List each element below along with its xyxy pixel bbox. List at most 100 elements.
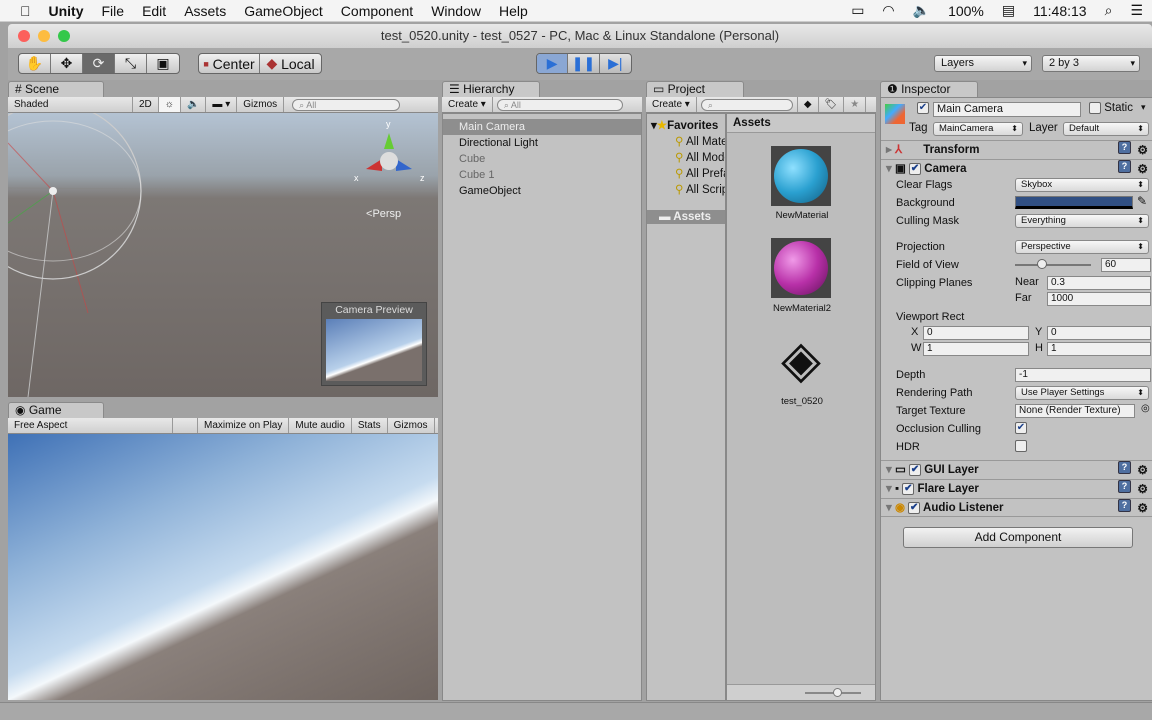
projection-dropdown[interactable]: Perspective [1015,240,1149,254]
camera-component-header[interactable]: ▾ ▣ ✔ Camera? ⚙ [881,159,1152,178]
hierarchy-item-main-camera[interactable]: Main Camera [443,119,641,135]
hierarchy-item-cube[interactable]: Cube [443,151,641,167]
audio-listener-component-header[interactable]: ▾ ◉ ✔ Audio Listener? ⚙ [881,498,1152,517]
tab-scene[interactable]: # Scene [8,81,104,97]
hdr-checkbox[interactable] [1015,440,1027,453]
gear-icon[interactable]: ⚙ [1137,499,1148,517]
gui-layer-component-header[interactable]: ▾ ▭ ✔ GUI Layer? ⚙ [881,460,1152,479]
asset-newmaterial-thumb[interactable] [771,146,831,206]
project-create-button[interactable]: Create ▾ [646,97,697,112]
menu-component[interactable]: Component [332,3,422,19]
layer-dropdown[interactable]: Default [1063,122,1149,136]
layout-dropdown[interactable]: 2 by 3 [1042,55,1140,72]
fov-slider[interactable] [1015,264,1091,266]
tag-dropdown[interactable]: MainCamera [933,122,1023,136]
hierarchy-create-button[interactable]: Create ▾ [442,97,493,112]
clear-flags-dropdown[interactable]: Skybox [1015,178,1149,192]
flare-layer-checkbox[interactable]: ✔ [902,482,915,495]
notifications-icon[interactable]: ☰ [1121,2,1152,19]
icon-size-slider-thumb[interactable] [833,688,842,697]
menu-help[interactable]: Help [490,3,537,19]
unity-scene-icon[interactable]: ◈ [771,330,831,390]
minimize-button[interactable] [38,30,50,42]
maximize-on-play-toggle[interactable]: Maximize on Play [197,418,290,433]
tab-inspector[interactable]: ❶ Inspector [880,81,978,97]
culling-mask-dropdown[interactable]: Everything [1015,214,1149,228]
flag-icon[interactable]: ▤ [993,2,1024,19]
gui-layer-checkbox[interactable]: ✔ [909,463,922,476]
rotate-tool-icon[interactable]: ⟳ [83,54,115,73]
help-icon[interactable]: ? [1118,141,1131,154]
hierarchy-item-directional-light[interactable]: Directional Light [443,135,641,151]
filter-label-icon[interactable]: 🏷 [819,97,845,112]
menu-assets[interactable]: Assets [175,3,235,19]
object-picker-icon[interactable]: ◎ [1141,403,1150,414]
viewport-w-input[interactable]: 1 [923,342,1029,356]
menu-unity[interactable]: Unity [40,3,93,19]
layers-dropdown[interactable]: Layers [934,55,1032,72]
flare-layer-component-header[interactable]: ▾ ▪ ✔ Flare Layer? ⚙ [881,479,1152,498]
menu-file[interactable]: File [93,3,134,19]
stats-toggle[interactable]: Stats [352,418,388,433]
fov-input[interactable]: 60 [1101,258,1151,272]
tab-hierarchy[interactable]: ☰ Hierarchy [442,81,540,97]
viewport-y-input[interactable]: 0 [1047,326,1151,340]
gear-icon[interactable]: ⚙ [1137,160,1148,178]
hierarchy-item-cube-1[interactable]: Cube 1 [443,167,641,183]
zoom-button[interactable] [58,30,70,42]
add-component-button[interactable]: Add Component [903,527,1133,548]
viewport-h-input[interactable]: 1 [1047,342,1151,356]
gear-icon[interactable]: ⚙ [1137,141,1148,159]
transform-component-header[interactable]: ▸ ⅄ Transform? ⚙ [881,140,1152,159]
asset-newmaterial2-label[interactable]: NewMaterial2 [727,303,877,314]
object-name-input[interactable]: Main Camera [933,102,1081,117]
mute-audio-toggle[interactable]: Mute audio [289,418,352,433]
fav-all-scripts[interactable]: ⚲ All Scripts [647,180,725,196]
tab-project[interactable]: ▭ Project [646,81,744,97]
pause-button[interactable]: ❚❚ [568,54,600,73]
static-dropdown-icon[interactable]: ▾ [1141,102,1146,113]
menu-gameobject[interactable]: GameObject [235,3,332,19]
hand-tool-icon[interactable]: ✋ [19,54,51,73]
far-input[interactable]: 1000 [1047,292,1151,306]
battery-text[interactable]: 100% [939,3,993,19]
eyedropper-icon[interactable]: ✎ [1137,194,1147,208]
fov-slider-thumb[interactable] [1037,259,1047,269]
hierarchy-item-gameobject[interactable]: GameObject [443,183,641,199]
persp-label[interactable]: <Persp [366,208,401,220]
assets-folder[interactable]: ▬ Assets [647,210,725,224]
audio-listener-checkbox[interactable]: ✔ [908,501,921,514]
background-color-swatch[interactable] [1015,196,1133,209]
depth-input[interactable]: -1 [1015,368,1151,382]
gear-icon[interactable]: ⚙ [1137,480,1148,498]
occlusion-culling-checkbox[interactable]: ✔ [1015,422,1027,435]
move-tool-icon[interactable]: ✥ [51,54,83,73]
project-search-input[interactable]: ⌕ [700,98,793,111]
close-button[interactable] [18,30,30,42]
viewport-x-input[interactable]: 0 [923,326,1029,340]
scale-tool-icon[interactable]: ⤡ [115,54,147,73]
active-checkbox[interactable]: ✔ [917,102,929,115]
apple-icon[interactable]:  [0,3,40,19]
game-view[interactable] [8,434,438,700]
tab-game[interactable]: ◉ Game [8,402,104,418]
scene-view[interactable]: y x z <Persp Camera Preview [8,113,438,397]
orientation-gizmo[interactable]: y x z [354,119,425,191]
asset-newmaterial2-thumb[interactable] [771,238,831,298]
camera-enabled-checkbox[interactable]: ✔ [909,162,922,175]
help-icon[interactable]: ? [1118,499,1131,512]
wifi-icon[interactable]: ◠ [873,2,903,19]
menu-edit[interactable]: Edit [133,3,175,19]
help-icon[interactable]: ? [1118,160,1131,173]
scene-gizmos-dropdown[interactable]: Gizmos [237,97,285,112]
menu-window[interactable]: Window [422,3,490,19]
target-texture-field[interactable]: None (Render Texture) [1015,404,1135,418]
filter-type-icon[interactable]: ◆ [796,97,819,112]
step-button[interactable]: ▶| [600,54,631,73]
audio-toggle-icon[interactable]: 🔈 [181,97,207,112]
rendering-path-dropdown[interactable]: Use Player Settings [1015,386,1149,400]
lighting-toggle-icon[interactable]: ☼ [158,97,181,112]
asset-scene-label[interactable]: test_0520 [727,396,877,407]
game-gizmos-dropdown[interactable]: Gizmos [388,418,435,433]
clock[interactable]: 11:48:13 [1024,3,1095,19]
